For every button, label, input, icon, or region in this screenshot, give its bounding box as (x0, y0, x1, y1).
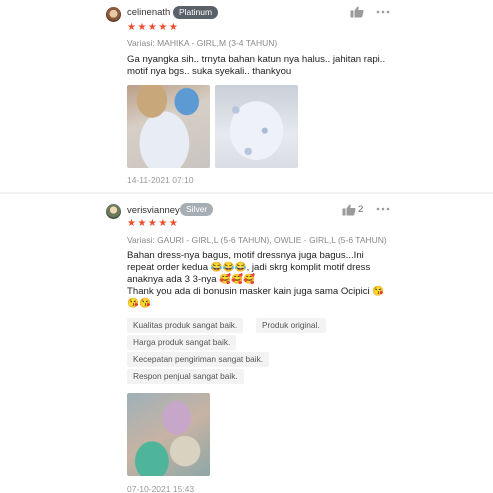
review-tag: Respon penjual sangat baik. (127, 369, 244, 384)
rating-stars: ★★★★★ (127, 218, 180, 229)
variation-text: Variasi: MAHIKA - GIRL,M (3-4 TAHUN) (127, 38, 278, 48)
review-comment: Ga nyangka sih.. trnyta bahan katun nya … (127, 54, 386, 77)
review-comment: Bahan dress-nya bagus, motif dressnya ju… (127, 250, 385, 309)
review-photo[interactable] (127, 393, 210, 476)
review-card: celinenath Platinum ★★★★★ Variasi: MAHIK… (0, 0, 493, 190)
review-divider (0, 192, 493, 194)
variation-text: Variasi: GAURI - GIRL,L (5-6 TAHUN), OWL… (127, 235, 387, 245)
review-tag: Kecepatan pengiriman sangat baik. (127, 352, 270, 367)
member-badge: Platinum (173, 6, 219, 19)
thumbs-up-icon[interactable] (350, 6, 364, 18)
review-timestamp: 07-10-2021 15:43 (127, 484, 195, 493)
review-photo[interactable] (215, 85, 298, 168)
more-horizontal-icon[interactable] (376, 9, 390, 15)
review-card: verisvianney Silver 2 ★★★★★ Variasi: GAU… (0, 195, 493, 493)
avatar[interactable] (106, 7, 121, 22)
thumbs-up-icon[interactable] (342, 204, 356, 216)
more-horizontal-icon[interactable] (376, 206, 390, 212)
like-count: 2 (358, 204, 364, 215)
rating-stars: ★★★★★ (127, 22, 180, 33)
review-tag: Harga produk sangat baik. (127, 335, 237, 350)
avatar[interactable] (106, 204, 121, 219)
member-badge: Silver (180, 203, 214, 216)
review-photo[interactable] (127, 85, 210, 168)
username[interactable]: celinenath (127, 7, 170, 18)
username[interactable]: verisvianney (127, 205, 180, 216)
review-tag: Kualitas produk sangat baik. (127, 318, 244, 333)
review-tag: Produk original. (256, 318, 326, 333)
review-timestamp: 14-11-2021 07:10 (127, 175, 194, 185)
